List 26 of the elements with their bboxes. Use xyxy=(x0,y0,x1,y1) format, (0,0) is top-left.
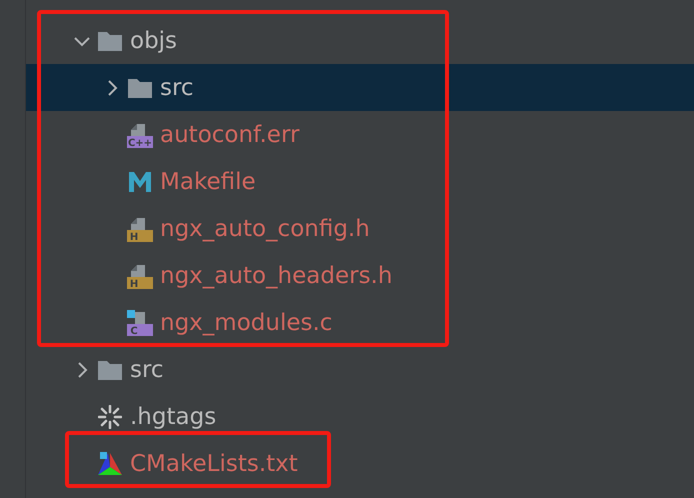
tree-row[interactable]: .hgtags xyxy=(26,393,694,440)
tree-row[interactable]: C ngx_modules.c xyxy=(26,299,694,346)
tree-row[interactable]: CMakeLists.txt xyxy=(26,440,694,487)
tree-row[interactable]: H ngx_auto_headers.h xyxy=(26,252,694,299)
tree-row[interactable]: src xyxy=(26,346,694,393)
tree-row[interactable]: Makefile xyxy=(26,158,694,205)
file-name: ngx_auto_config.h xyxy=(160,216,370,242)
tree-row[interactable]: C++ autoconf.err xyxy=(26,111,694,158)
folder-icon xyxy=(98,360,122,380)
file-name: autoconf.err xyxy=(160,122,300,148)
makefile-icon xyxy=(129,172,151,192)
tree-row[interactable]: H ngx_auto_config.h xyxy=(26,205,694,252)
file-name: src xyxy=(160,74,194,100)
tree-row[interactable]: objs xyxy=(26,17,694,64)
file-name: .hgtags xyxy=(130,404,216,430)
file-name: src xyxy=(130,356,164,382)
file-name: ngx_modules.c xyxy=(160,310,332,336)
folder-icon xyxy=(98,30,122,50)
file-name: Makefile xyxy=(160,168,256,194)
hg-tags-icon xyxy=(98,404,122,428)
folder-icon xyxy=(128,78,152,98)
cmake-icon xyxy=(97,450,123,476)
file-name: objs xyxy=(130,28,178,54)
file-name: ngx_auto_headers.h xyxy=(160,262,392,288)
tree-row[interactable]: src xyxy=(26,64,694,111)
file-name: CMakeLists.txt xyxy=(130,450,298,476)
